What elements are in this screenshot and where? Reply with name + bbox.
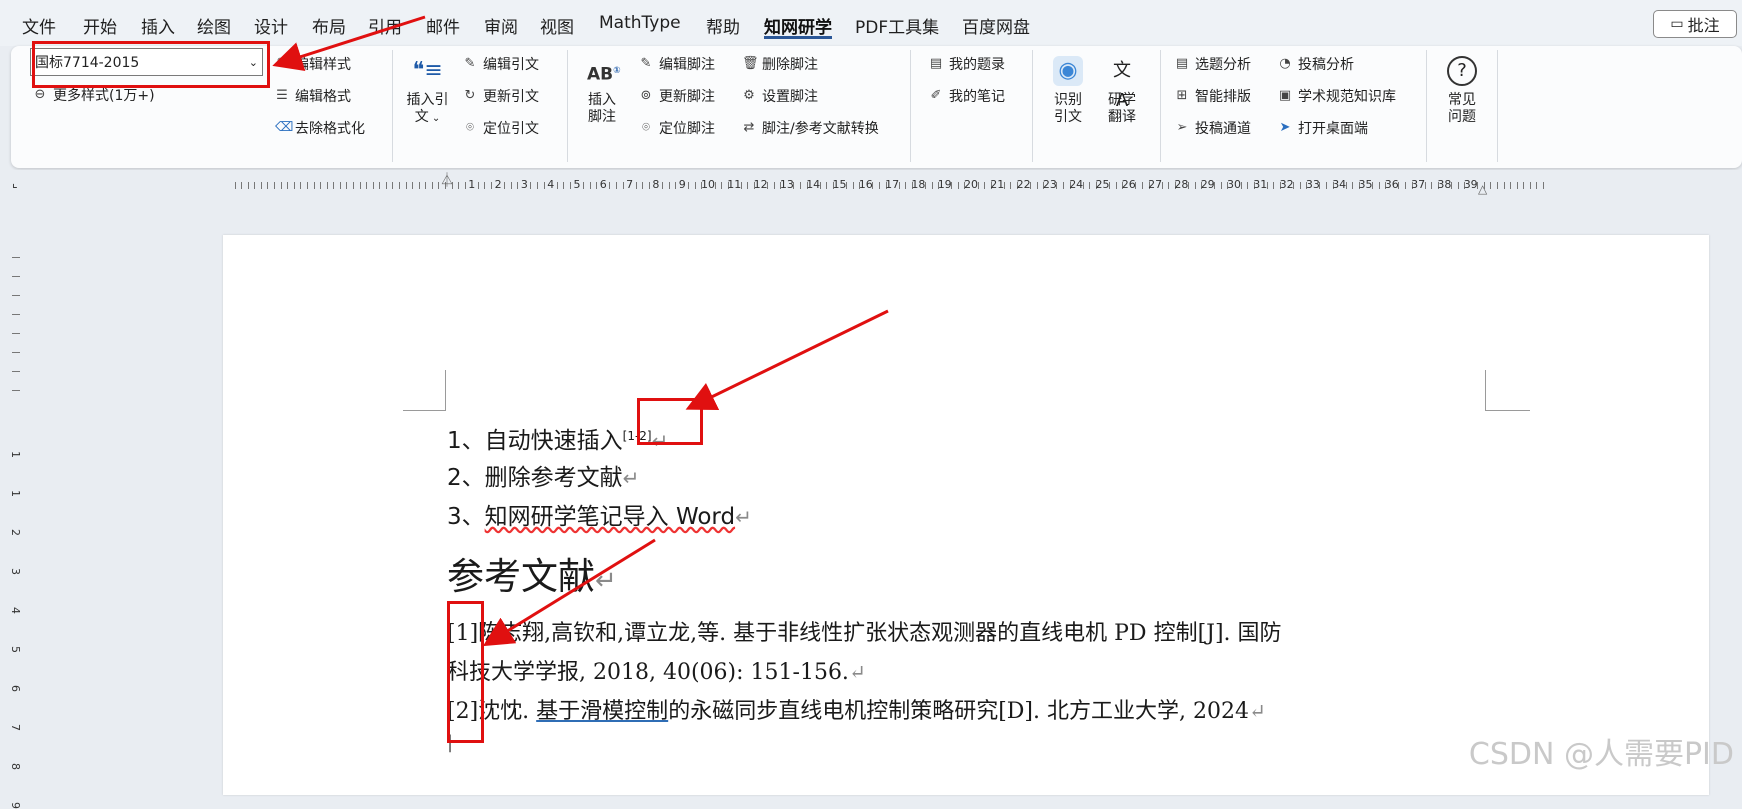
- arrow: [685, 309, 889, 410]
- watermark: CSDN @人需要PID: [1468, 737, 1734, 772]
- ruler-number: 9: [9, 802, 22, 809]
- arrow: [482, 538, 656, 647]
- arrow: [272, 15, 426, 71]
- annotation-arrows: [272, 15, 889, 647]
